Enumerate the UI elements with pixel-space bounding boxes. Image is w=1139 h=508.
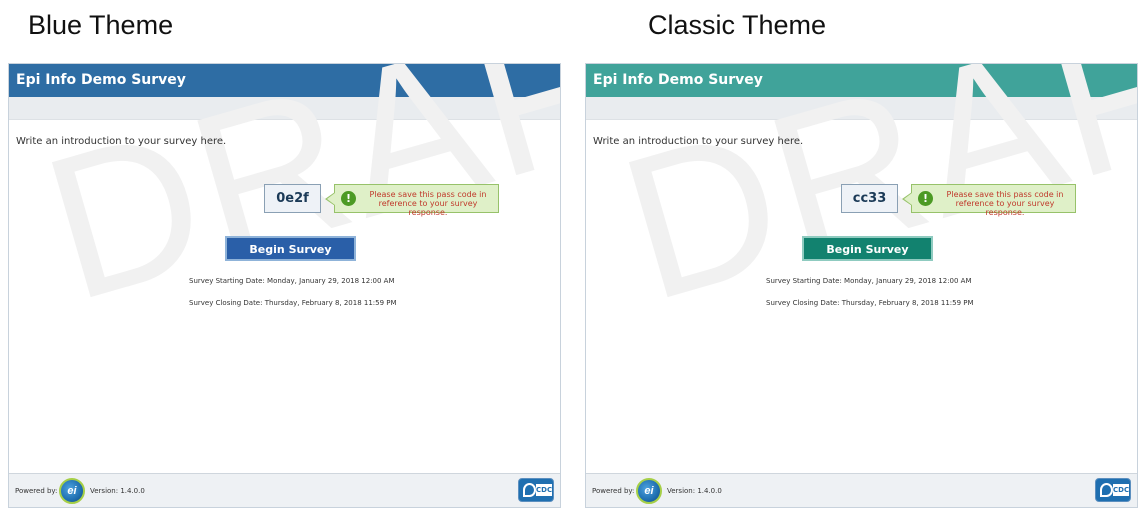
- survey-footer: Powered by: ei Version: 1.4.0.0 CDC: [586, 473, 1137, 507]
- survey-intro: Write an introduction to your survey her…: [16, 136, 227, 147]
- tooltip-arrow: [325, 192, 335, 206]
- survey-footer: Powered by: ei Version: 1.4.0.0 CDC: [9, 473, 560, 507]
- pass-code-tooltip: ! Please save this pass code in referenc…: [325, 184, 499, 217]
- exclamation-icon: !: [918, 191, 933, 206]
- exclamation-icon: !: [341, 191, 356, 206]
- blue-theme-caption: Blue Theme: [28, 10, 174, 40]
- version-label: Version: 1.4.0.0: [667, 487, 722, 495]
- classic-theme-caption: Classic Theme: [648, 10, 827, 40]
- classic-survey-panel: Epi Info Demo Survey DRAFT Write an intr…: [585, 63, 1138, 508]
- survey-title: Epi Info Demo Survey: [586, 64, 1137, 97]
- cdc-logo-icon: CDC: [1095, 478, 1131, 502]
- tooltip-arrow: [902, 192, 912, 206]
- pass-code-box: 0e2f: [264, 184, 321, 213]
- pass-code-box: cc33: [841, 184, 898, 213]
- tooltip-text: Please save this pass code in reference …: [946, 190, 1064, 217]
- blue-survey-panel: Epi Info Demo Survey DRAFT Write an intr…: [8, 63, 561, 508]
- survey-start-date: Survey Starting Date: Monday, January 29…: [766, 277, 972, 285]
- powered-by-label: Powered by:: [15, 487, 58, 495]
- epi-info-logo-icon: ei: [636, 478, 662, 504]
- pass-code-tooltip: ! Please save this pass code in referenc…: [902, 184, 1076, 217]
- survey-start-date: Survey Starting Date: Monday, January 29…: [189, 277, 395, 285]
- survey-close-date: Survey Closing Date: Thursday, February …: [766, 299, 974, 307]
- hhs-swoosh-icon: [1100, 483, 1113, 497]
- survey-close-date: Survey Closing Date: Thursday, February …: [189, 299, 397, 307]
- version-label: Version: 1.4.0.0: [90, 487, 145, 495]
- survey-title: Epi Info Demo Survey: [9, 64, 560, 97]
- subheader-bar: [586, 97, 1137, 120]
- tooltip-text: Please save this pass code in reference …: [369, 190, 487, 217]
- survey-intro: Write an introduction to your survey her…: [593, 136, 804, 147]
- begin-survey-button[interactable]: Begin Survey: [802, 236, 933, 261]
- powered-by-label: Powered by:: [592, 487, 635, 495]
- begin-survey-button[interactable]: Begin Survey: [225, 236, 356, 261]
- subheader-bar: [9, 97, 560, 120]
- cdc-logo-text: CDC: [1113, 484, 1130, 496]
- hhs-swoosh-icon: [523, 483, 536, 497]
- epi-info-logo-icon: ei: [59, 478, 85, 504]
- cdc-logo-text: CDC: [536, 484, 553, 496]
- cdc-logo-icon: CDC: [518, 478, 554, 502]
